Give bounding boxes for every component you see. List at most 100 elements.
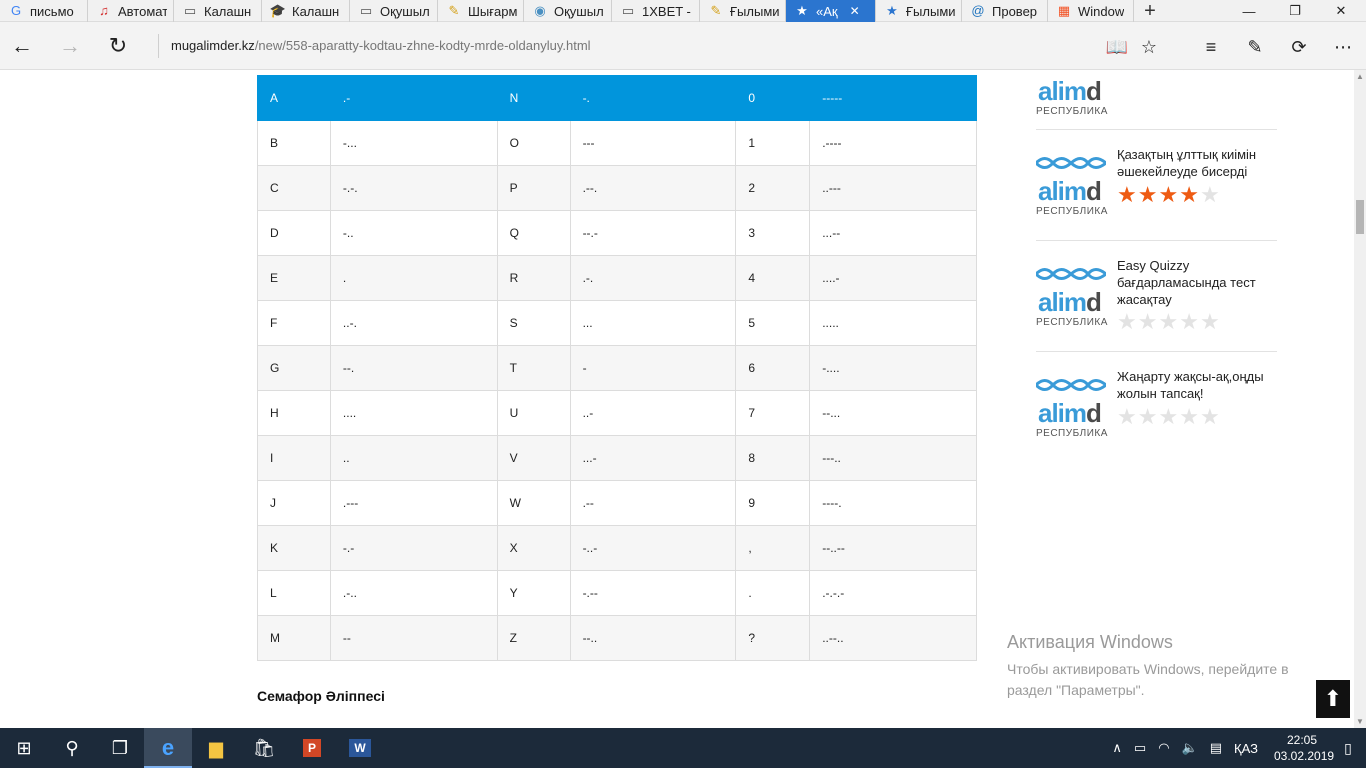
minimize-button[interactable]: — — [1226, 0, 1272, 22]
symbol-cell: 6 — [735, 345, 811, 391]
symbol-cell: B — [257, 120, 331, 166]
taskbar-explorer[interactable]: ▆ — [192, 728, 240, 768]
share-button[interactable]: ⟳ — [1286, 34, 1312, 60]
start-button[interactable]: ⊞ — [0, 728, 48, 768]
sidebar-logo: alimd РЕСПУБЛИКАЛ — [1036, 376, 1108, 446]
symbol-cell: S — [496, 300, 571, 346]
back-button[interactable]: ← — [8, 32, 36, 60]
at-icon: @ — [971, 3, 985, 18]
search-button[interactable]: ⚲ — [48, 728, 96, 768]
browser-tab[interactable]: 🎓 Калашн — [262, 0, 350, 22]
battery-icon[interactable]: ▭ — [1134, 740, 1146, 756]
folder-icon: ▆ — [209, 737, 223, 758]
browser-tab[interactable]: @ Провер — [962, 0, 1048, 22]
browser-tab[interactable]: ▦ Window — [1048, 0, 1134, 22]
code-cell: -.. — [329, 210, 498, 256]
tab-label: Шығарм — [468, 3, 517, 19]
star-icon: ★ — [1117, 309, 1138, 334]
tab-label: Калашн — [292, 3, 340, 19]
sidebar-item[interactable]: alimd РЕСПУБЛИКАЛ ★★★★★ — [1036, 70, 1277, 130]
scroll-to-top-button[interactable]: ⬆ — [1316, 680, 1350, 718]
hub-button[interactable]: ≡ — [1198, 34, 1224, 60]
chevron-up-icon[interactable]: ∧ — [1112, 740, 1122, 756]
close-window-button[interactable]: ✕ — [1318, 0, 1364, 22]
clock[interactable]: 22:05 03.02.2019 — [1274, 732, 1334, 764]
sidebar-item[interactable]: alimd РЕСПУБЛИКАЛ Жаңарту жақсы-ақ,оңды … — [1036, 352, 1277, 452]
taskbar-store[interactable]: 🛍 — [240, 728, 288, 768]
action-center-icon[interactable]: ▤ — [1210, 740, 1222, 756]
new-tab-button[interactable]: + — [1134, 0, 1166, 22]
table-row: C -.-. P .--. 2 ..--- — [257, 165, 977, 211]
tab-label: Оқушыл — [554, 3, 604, 19]
scrollbar-thumb[interactable] — [1356, 200, 1364, 234]
search-icon: ⚲ — [65, 737, 79, 758]
table-row: B -... O --- 1 .---- — [257, 120, 977, 166]
star-outline-icon: ☆ — [1140, 36, 1158, 57]
code-cell: .. — [329, 435, 498, 481]
reading-view-button[interactable]: 📖 — [1104, 34, 1130, 60]
close-tab-icon[interactable]: ✕ — [850, 4, 860, 18]
address-bar[interactable]: mugalimder.kz/new/558-aparatty-kodtau-zh… — [158, 34, 1058, 58]
star-icon: ★ — [1199, 309, 1221, 334]
refresh-icon: ↻ — [108, 33, 128, 58]
code-cell: ... — [569, 300, 737, 346]
hub-icon: ≡ — [1205, 36, 1217, 57]
code-cell: ..-. — [329, 300, 498, 346]
browser-tab[interactable]: ▭ Калашн — [174, 0, 262, 22]
code-cell: . — [329, 255, 498, 301]
browser-tab[interactable]: ✎ Ғылыми — [700, 0, 786, 22]
favorite-button[interactable]: ☆ — [1136, 34, 1162, 60]
task-view-button[interactable]: ❐ — [96, 728, 144, 768]
symbol-cell: 7 — [735, 390, 811, 436]
volume-icon[interactable]: 🔈 — [1182, 740, 1198, 756]
table-row: E. R .-. 4 ....- — [257, 255, 977, 301]
taskbar-word[interactable]: W — [336, 728, 384, 768]
symbol-cell: , — [735, 525, 811, 571]
browser-tab[interactable]: ▭ Оқушыл — [350, 0, 438, 22]
browser-tab[interactable]: Gписьмо — [0, 0, 88, 22]
forward-button[interactable]: → — [56, 32, 84, 60]
browser-tab[interactable]: ♫ Автомат — [88, 0, 174, 22]
browser-tab[interactable]: ▭ 1XBET - — [612, 0, 700, 22]
table-row: A .- N -. 0 ----- — [257, 75, 977, 121]
notifications-icon[interactable]: ▯ — [1338, 740, 1358, 757]
browser-tab[interactable]: ✎ Шығарм — [438, 0, 524, 22]
web-note-button[interactable]: ✎ — [1242, 34, 1268, 60]
refresh-button[interactable]: ↻ — [104, 32, 132, 60]
scroll-up-icon: ▲ — [1356, 72, 1364, 81]
star-icon: ★ — [1200, 70, 1221, 75]
symbol-cell: E — [257, 255, 331, 301]
symbol-cell: T — [496, 345, 571, 391]
sidebar-item[interactable]: alimd РЕСПУБЛИКАЛ Easy Quizzy бағдарлама… — [1036, 241, 1277, 352]
page-scrollbar[interactable]: ▲ ▼ — [1354, 70, 1366, 728]
star-icon: ★ — [886, 3, 898, 18]
word-icon: W — [349, 739, 371, 757]
star-icon: ★ — [1117, 404, 1138, 429]
code-cell: .... — [329, 390, 498, 436]
code-cell: -.-- — [569, 570, 737, 616]
sidebar-item-title[interactable]: Easy Quizzy бағдарламасында тест жасақта… — [1117, 257, 1277, 308]
section-title: Семафор Әліппесі — [257, 688, 385, 704]
wifi-icon[interactable]: ◠ — [1158, 740, 1169, 756]
code-cell: ..--- — [809, 165, 977, 211]
taskbar-powerpoint[interactable]: P — [288, 728, 336, 768]
store-icon: 🛍 — [252, 737, 276, 758]
language-indicator[interactable]: ҚАЗ — [1234, 741, 1258, 756]
restore-button[interactable]: ❐ — [1272, 0, 1318, 22]
sidebar-item[interactable]: alimd РЕСПУБЛИКАЛ Қазақтың ұлттық киімін… — [1036, 130, 1277, 241]
more-button[interactable]: ⋯ — [1330, 34, 1356, 60]
url-path: /new/558-aparatty-kodtau-zhne-kodty-mrde… — [254, 38, 591, 53]
browser-tab[interactable]: ◉ Оқушыл — [524, 0, 612, 22]
browser-tab[interactable]: ★ Ғылыми — [876, 0, 962, 22]
star-icon: ★ — [1137, 309, 1159, 334]
sidebar-item-title[interactable]: Жаңарту жақсы-ақ,оңды жолын тапсақ! — [1117, 368, 1277, 402]
tab-label: Оқушыл — [380, 3, 430, 19]
code-cell: ..- — [569, 390, 737, 436]
browser-tab[interactable]: ★ «Ақ ✕ — [786, 0, 876, 22]
system-tray: ∧ ▭ ◠ 🔈 ▤ ҚАЗ 22:05 03.02.2019 ▯ — [1106, 728, 1358, 768]
windows-logo-icon: ⊞ — [16, 737, 32, 758]
taskbar-edge[interactable]: e — [144, 728, 192, 768]
code-cell: .--- — [329, 480, 498, 526]
sidebar-item-title[interactable]: Қазақтың ұлттық киімін әшекейлеуде бисер… — [1117, 146, 1277, 180]
star-icon: ★ — [1179, 309, 1200, 334]
